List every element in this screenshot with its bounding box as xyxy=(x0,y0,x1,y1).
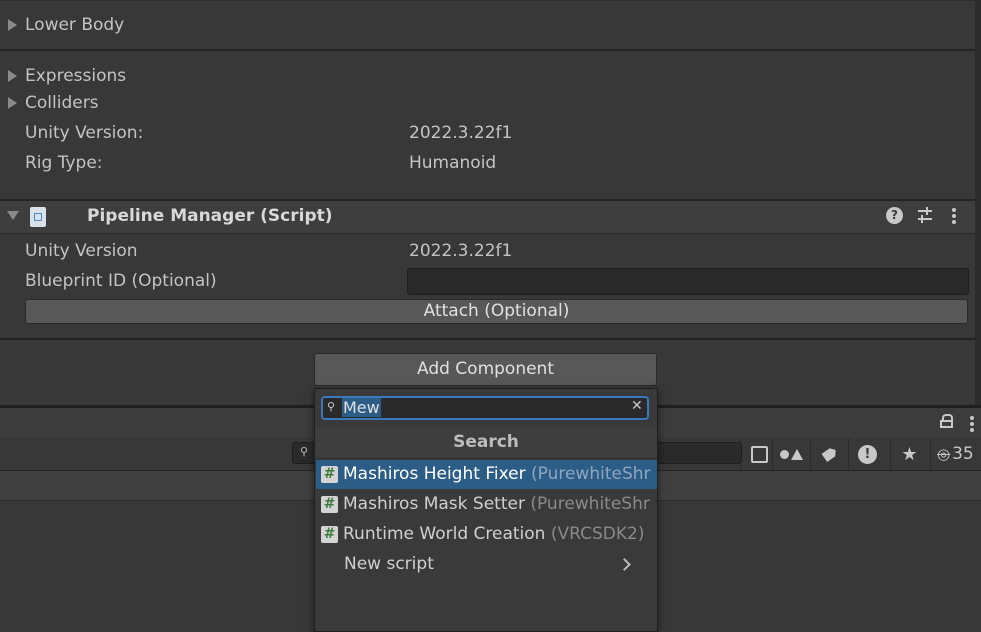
component-divider xyxy=(0,338,975,340)
filter-by-label-icon[interactable] xyxy=(810,438,848,470)
panel-search-icon: ⚲ xyxy=(300,445,309,458)
filter-by-type-icon[interactable] xyxy=(772,438,810,470)
result-item[interactable]: Runtime World Creation (VRCSDK2) xyxy=(343,524,657,544)
top-divider xyxy=(0,0,975,1)
help-icon[interactable]: ? xyxy=(886,207,903,224)
section-divider xyxy=(0,49,975,51)
rig-type-value: Humanoid xyxy=(409,153,497,173)
pipeline-unity-version-value: 2022.3.22f1 xyxy=(409,241,513,261)
new-script-item[interactable]: New script xyxy=(344,554,434,574)
lower-body-foldout-icon[interactable] xyxy=(8,19,17,31)
lower-body-foldout-label[interactable]: Lower Body xyxy=(25,15,124,35)
result-item[interactable]: Mashiros Height Fixer (PurewhiteShr xyxy=(343,464,657,484)
result-source: (PurewhiteShr xyxy=(530,494,650,514)
unity-version-label: Unity Version: xyxy=(25,123,144,143)
colliders-foldout-label[interactable]: Colliders xyxy=(25,93,99,113)
rig-type-label: Rig Type: xyxy=(25,153,103,173)
script-file-icon xyxy=(30,207,46,227)
scrollbar-track[interactable] xyxy=(975,0,981,405)
pipeline-foldout-icon[interactable] xyxy=(7,211,19,220)
pipeline-unity-version-label: Unity Version xyxy=(25,241,138,261)
result-name: Mashiros Height Fixer xyxy=(343,464,526,484)
add-component-button[interactable]: Add Component xyxy=(314,353,657,386)
script-hash-icon: # xyxy=(321,496,338,513)
result-item[interactable]: Mashiros Mask Setter (PurewhiteShr xyxy=(343,494,657,514)
blueprint-id-label: Blueprint ID (Optional) xyxy=(25,271,217,291)
lock-icon[interactable] xyxy=(940,414,953,428)
hidden-count: 35 xyxy=(952,444,974,464)
expressions-foldout-icon[interactable] xyxy=(8,70,17,82)
presets-icon[interactable] xyxy=(916,206,934,224)
component-menu-icon[interactable] xyxy=(952,208,956,224)
unity-version-value: 2022.3.22f1 xyxy=(409,123,513,143)
result-source: (PurewhiteShr xyxy=(530,464,651,484)
result-name: Mashiros Mask Setter xyxy=(343,494,525,514)
blueprint-id-field[interactable] xyxy=(407,268,969,295)
expressions-foldout-label[interactable]: Expressions xyxy=(25,66,126,86)
search-icon: ⚲ xyxy=(327,400,336,413)
search-input-text[interactable]: Mew xyxy=(342,398,381,417)
favorites-star-icon[interactable]: ★ xyxy=(890,438,928,470)
pipeline-manager-title: Pipeline Manager (Script) xyxy=(87,206,333,226)
result-name: Runtime World Creation xyxy=(343,524,546,544)
attach-button[interactable]: Attach (Optional) xyxy=(25,299,968,324)
clear-search-icon[interactable]: ✕ xyxy=(631,398,643,414)
hidden-packages-icon[interactable]: ◎ 35 xyxy=(930,438,981,470)
colliders-foldout-icon[interactable] xyxy=(8,97,17,109)
script-hash-icon: # xyxy=(321,466,338,483)
result-source: (VRCSDK2) xyxy=(550,524,645,544)
warnings-icon[interactable]: ! xyxy=(848,438,886,470)
popup-header: Search xyxy=(315,428,657,459)
panel-menu-icon[interactable] xyxy=(970,416,974,432)
script-hash-icon: # xyxy=(321,526,338,543)
